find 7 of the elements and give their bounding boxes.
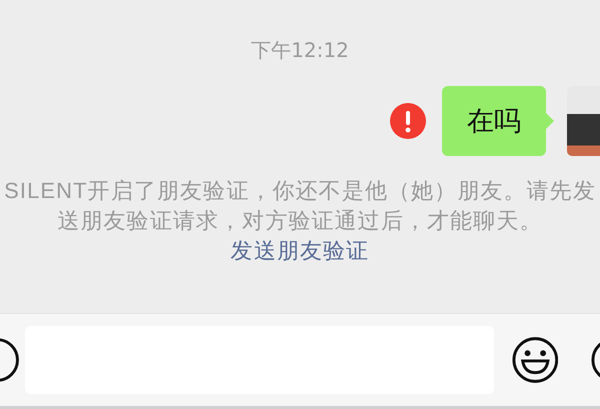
emoji-icon[interactable] — [512, 336, 558, 384]
message-bubble[interactable]: 在吗 — [442, 86, 554, 156]
avatar-photo-placeholder[interactable] — [567, 86, 600, 156]
error-icon[interactable] — [390, 103, 426, 139]
system-notice: SILENT开启了朋友验证，你还不是他（她）朋友。请先发送朋友验证请求，对方验证通过后，才能聊天。 发送朋友验证 — [3, 177, 597, 265]
send-verification-link[interactable]: 发送朋友验证 — [230, 238, 370, 263]
timestamp: 下午12:12 — [251, 38, 349, 62]
